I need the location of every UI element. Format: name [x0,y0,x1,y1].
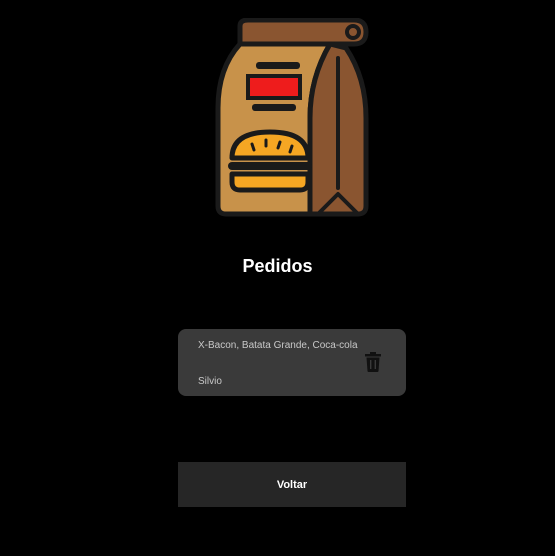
food-bag-burger-icon [215,18,369,217]
page-title: Pedidos [242,256,313,276]
order-items-text: X-Bacon, Batata Grande, Coca-cola [198,340,358,351]
back-button[interactable]: Voltar [178,462,406,507]
trash-icon[interactable] [365,352,381,372]
order-card: X-Bacon, Batata Grande, Coca-cola Silvio [178,329,406,396]
order-customer-name: Silvio [198,376,222,387]
orders-screen: Pedidos X-Bacon, Batata Grande, Coca-col… [0,0,555,556]
